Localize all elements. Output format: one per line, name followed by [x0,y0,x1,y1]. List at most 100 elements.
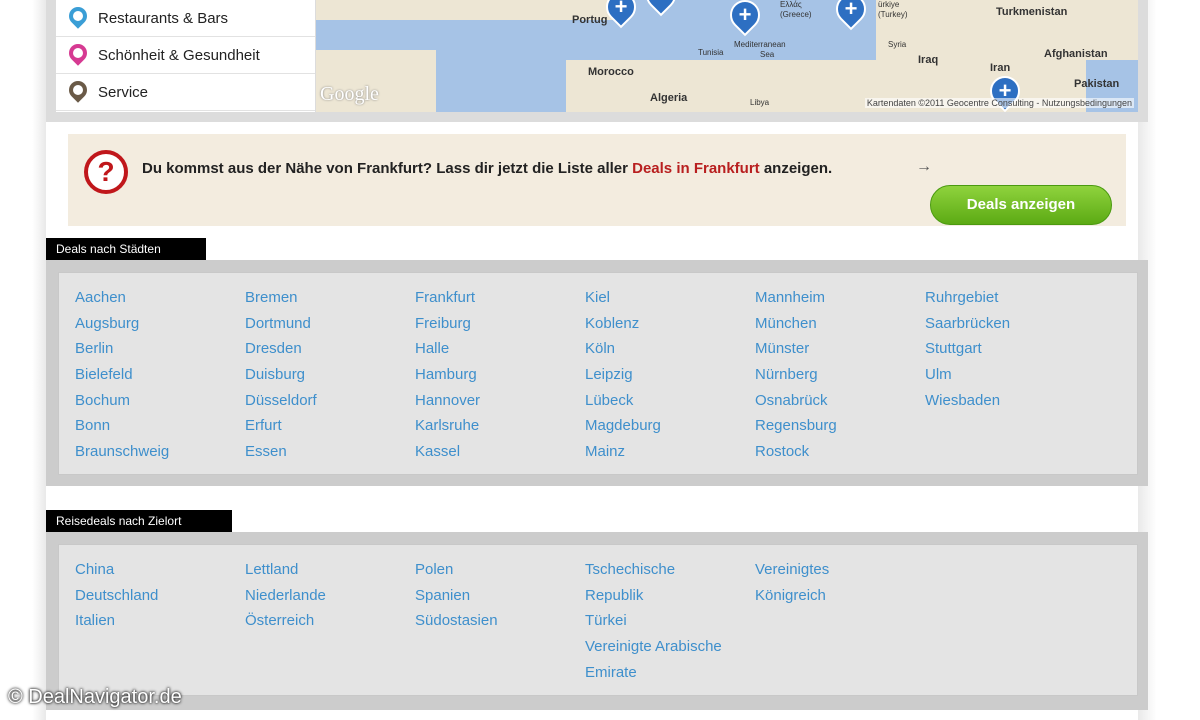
map-marker[interactable]: + [639,0,683,17]
city-link[interactable]: Frankfurt [415,285,480,311]
category-label: Restaurants & Bars [98,9,229,27]
destination-link[interactable]: Vereinigtes [755,557,829,583]
city-link[interactable]: Hamburg [415,362,480,388]
city-link[interactable]: Düsseldorf [245,388,317,414]
travel-column: Polen Spanien Südostasien [415,557,498,634]
destination-link[interactable]: Polen [415,557,498,583]
city-link[interactable]: Mainz [585,439,661,465]
city-link[interactable]: Saarbrücken [925,311,1010,337]
destination-link[interactable]: Österreich [245,608,326,634]
service-icon [64,77,92,106]
city-link[interactable]: Kiel [585,285,661,311]
notice-highlight-link[interactable]: Deals in Frankfurt [632,160,760,177]
cities-column: Ruhrgebiet Saarbrücken Stuttgart Ulm Wie… [925,285,1010,413]
destination-link[interactable]: Emirate [585,660,722,686]
map-label-afghanistan: Afghanistan [1044,48,1108,60]
cities-panel: Aachen Augsburg Berlin Bielefeld Bochum … [58,272,1138,475]
city-link[interactable]: Regensburg [755,413,837,439]
city-link[interactable]: Dresden [245,336,317,362]
map-label-libya: Libya [750,98,770,107]
city-link[interactable]: Bielefeld [75,362,169,388]
destination-link[interactable]: Königreich [755,583,829,609]
arrow-right-icon: → [916,158,932,175]
category-list: Restaurants & Bars Schönheit & Gesundhei… [56,0,315,112]
city-link[interactable]: Halle [415,336,480,362]
map-label-iran: Iran [990,62,1011,74]
city-link[interactable]: Wiesbaden [925,388,1010,414]
category-item-service[interactable]: Service [56,74,315,111]
destination-link[interactable]: China [75,557,158,583]
map-label-tunisia: Tunisia [698,48,724,57]
question-icon: ? [84,150,128,194]
notice-text-before: Du kommst aus der Nähe von Frankfurt? La… [142,160,633,177]
destination-link[interactable]: Niederlande [245,583,326,609]
city-link[interactable]: Münster [755,336,837,362]
city-link[interactable]: Ruhrgebiet [925,285,1010,311]
city-link[interactable]: Bochum [75,388,169,414]
destination-link[interactable]: Lettland [245,557,326,583]
city-link[interactable]: Osnabrück [755,388,837,414]
travel-column: Vereinigtes Königreich [755,557,829,608]
city-link[interactable]: Mannheim [755,285,837,311]
city-link[interactable]: Stuttgart [925,336,1010,362]
category-item-beauty[interactable]: Schönheit & Gesundheit [56,37,315,74]
cities-column: Frankfurt Freiburg Halle Hamburg Hannove… [415,285,480,465]
city-link[interactable]: Kassel [415,439,480,465]
page-shadow-left [0,0,46,720]
notice-text: Du kommst aus der Nähe von Frankfurt? La… [142,160,832,177]
destination-link[interactable]: Tschechische [585,557,722,583]
deals-map[interactable]: Portug Morocco Algeria Libya Tunisia Med… [316,0,1138,112]
city-link[interactable]: Essen [245,439,317,465]
destination-link[interactable]: Südostasien [415,608,498,634]
destination-link[interactable]: Deutschland [75,583,158,609]
city-link[interactable]: Karlsruhe [415,413,480,439]
category-item-restaurants[interactable]: Restaurants & Bars [56,0,315,37]
city-link[interactable]: Rostock [755,439,837,465]
google-logo: Google [320,83,379,105]
travel-column: Tschechische Republik Türkei Vereinigte … [585,557,722,685]
map-label-portugal: Portug [572,14,608,26]
destination-link[interactable]: Republik [585,583,722,609]
map-label-morocco: Morocco [588,66,634,78]
show-deals-button[interactable]: Deals anzeigen [930,185,1112,225]
map-label-turkey-sub: (Turkey) [878,10,908,19]
city-link[interactable]: Lübeck [585,388,661,414]
city-link[interactable]: Berlin [75,336,169,362]
city-link[interactable]: Aachen [75,285,169,311]
cities-column: Kiel Koblenz Köln Leipzig Lübeck Magdebu… [585,285,661,465]
city-link[interactable]: Bonn [75,413,169,439]
city-link[interactable]: Augsburg [75,311,169,337]
city-link[interactable]: Duisburg [245,362,317,388]
beauty-icon [64,40,92,69]
city-link[interactable]: Leipzig [585,362,661,388]
city-link[interactable]: Bremen [245,285,317,311]
map-label-greece: Ελλάς [780,0,802,9]
map-attribution[interactable]: Kartendaten ©2011 Geocentre Consulting -… [864,98,1134,108]
city-link[interactable]: Braunschweig [75,439,169,465]
map-marker[interactable]: + [723,0,767,37]
destination-link[interactable]: Türkei [585,608,722,634]
map-marker[interactable]: + [829,0,873,31]
map-label-turkey: ürkiye [878,0,900,9]
destination-link[interactable]: Italien [75,608,158,634]
city-link[interactable]: Koblenz [585,311,661,337]
destination-link[interactable]: Spanien [415,583,498,609]
travel-panel: China Deutschland Italien Lettland Niede… [58,544,1138,696]
travel-column: Lettland Niederlande Österreich [245,557,326,634]
city-link[interactable]: Freiburg [415,311,480,337]
city-link[interactable]: Dortmund [245,311,317,337]
map-label-turkmenistan: Turkmenistan [996,6,1068,18]
city-link[interactable]: Magdeburg [585,413,661,439]
city-link[interactable]: Nürnberg [755,362,837,388]
map-label-pakistan: Pakistan [1074,78,1120,90]
city-link[interactable]: Hannover [415,388,480,414]
city-link[interactable]: Erfurt [245,413,317,439]
city-link[interactable]: München [755,311,837,337]
category-label: Service [98,83,149,101]
city-link[interactable]: Köln [585,336,661,362]
destination-link[interactable]: Vereinigte Arabische [585,634,722,660]
cities-column: Mannheim München Münster Nürnberg Osnabr… [755,285,837,465]
map-label-sea: Sea [760,50,775,59]
map-land [316,0,616,20]
city-link[interactable]: Ulm [925,362,1010,388]
